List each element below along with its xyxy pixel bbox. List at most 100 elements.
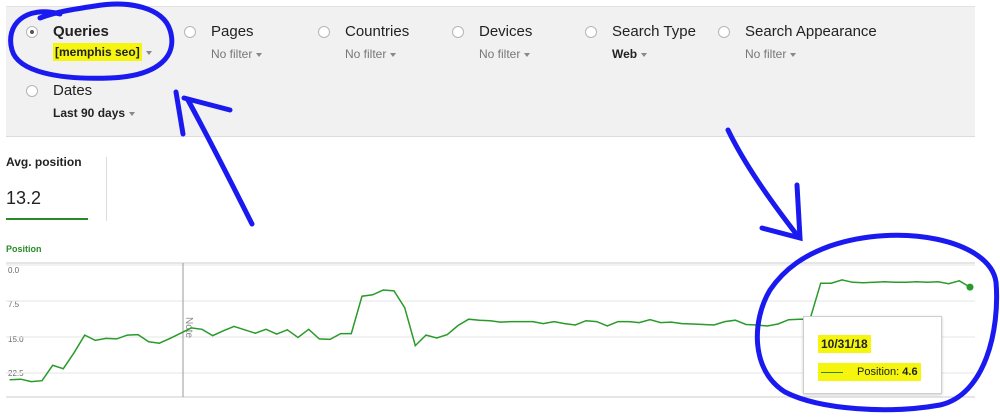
- chevron-down-icon: [641, 52, 648, 57]
- data-point: [105, 337, 107, 339]
- filter-value[interactable]: No filter: [211, 47, 263, 61]
- data-point: [574, 324, 576, 326]
- data-point: [404, 307, 406, 309]
- filter-value[interactable]: No filter: [479, 47, 531, 61]
- data-point: [361, 295, 363, 297]
- data-point: [276, 333, 278, 335]
- chevron-down-icon: [390, 52, 397, 57]
- arrow-head-annotation: [759, 182, 803, 242]
- filter-value-text: Last 90 days: [53, 106, 126, 120]
- data-point: [169, 337, 171, 339]
- tooltip-label: Position:: [857, 366, 900, 378]
- search-appearance-radio[interactable]: [718, 26, 730, 38]
- filter-label: Search Type: [612, 23, 696, 40]
- arrow-down-annotation: [725, 127, 800, 238]
- data-point: [692, 323, 694, 325]
- data-point: [638, 322, 640, 324]
- data-point: [244, 329, 246, 331]
- data-point: [724, 321, 726, 323]
- data-point: [830, 282, 832, 284]
- series-label: Position: [6, 244, 42, 254]
- filter-value[interactable]: Web: [612, 47, 648, 61]
- data-point: [777, 323, 779, 325]
- data-point: [798, 318, 800, 320]
- search-type-radio[interactable]: [585, 26, 597, 38]
- chart-tooltip: 10/31/18 Position: 4.6: [803, 316, 942, 394]
- filter-label: Search Appearance: [745, 23, 877, 40]
- data-point: [425, 334, 427, 336]
- data-point: [180, 332, 182, 334]
- data-point: [137, 334, 139, 336]
- data-point: [681, 323, 683, 325]
- data-point: [372, 294, 374, 296]
- data-point: [446, 334, 448, 336]
- chevron-down-icon: [256, 52, 263, 57]
- data-point: [670, 321, 672, 323]
- data-point: [52, 364, 54, 366]
- data-point: [297, 336, 299, 339]
- active-data-point: [966, 283, 974, 291]
- data-point: [510, 321, 512, 323]
- filter-value[interactable]: [memphis seo]: [53, 43, 152, 61]
- data-point: [212, 335, 214, 337]
- data-point: [414, 345, 416, 347]
- data-point: [553, 321, 555, 323]
- data-point: [41, 380, 43, 382]
- filter-label: Dates: [53, 82, 93, 99]
- data-point: [233, 325, 235, 327]
- data-point: [564, 323, 566, 325]
- data-point: [190, 327, 192, 329]
- data-point: [841, 279, 843, 281]
- devices-radio[interactable]: [452, 26, 464, 38]
- data-point: [905, 281, 907, 283]
- queries-radio[interactable]: [26, 26, 38, 38]
- data-point: [713, 324, 715, 326]
- data-point: [84, 334, 86, 336]
- filter-value[interactable]: No filter: [745, 47, 797, 61]
- data-point: [318, 338, 320, 340]
- data-point: [628, 321, 630, 323]
- chevron-down-icon: [524, 52, 531, 57]
- filter-value[interactable]: Last 90 days: [53, 106, 136, 120]
- pages-radio[interactable]: [184, 26, 196, 38]
- tooltip-row: Position: 4.6: [818, 363, 921, 381]
- dates-radio[interactable]: [26, 85, 38, 97]
- data-point: [926, 281, 928, 283]
- data-point: [148, 341, 150, 343]
- data-point: [606, 325, 608, 327]
- data-point: [542, 323, 544, 325]
- data-point: [436, 337, 438, 339]
- data-point: [30, 381, 32, 383]
- countries-radio[interactable]: [318, 26, 330, 38]
- metric-label: Avg. position: [6, 155, 82, 169]
- filter-label: Devices: [479, 23, 533, 40]
- data-point: [73, 352, 75, 354]
- data-point: [745, 323, 747, 326]
- metric-divider: [106, 157, 107, 221]
- data-point: [702, 323, 704, 326]
- data-point: [340, 333, 342, 335]
- chevron-down-icon: [145, 50, 152, 55]
- metric-value: 13.2: [6, 188, 42, 208]
- data-point: [660, 322, 662, 324]
- data-point: [862, 282, 864, 284]
- data-point: [756, 324, 758, 326]
- data-point: [9, 379, 11, 381]
- series-line-icon: [821, 371, 843, 373]
- filter-value-text: No filter: [479, 47, 521, 61]
- data-point: [222, 330, 224, 332]
- data-point: [884, 281, 886, 283]
- filter-label: Queries: [53, 23, 109, 40]
- data-point: [265, 328, 267, 330]
- filter-label: Countries: [345, 23, 410, 40]
- data-point: [532, 321, 534, 323]
- data-point: [766, 325, 768, 327]
- filter-value[interactable]: No filter: [345, 47, 397, 61]
- data-point: [585, 320, 587, 322]
- data-point: [286, 329, 288, 331]
- data-point: [958, 280, 960, 282]
- filter-label: Pages: [211, 23, 254, 40]
- metric-avg-position[interactable]: Avg. position 13.2: [6, 155, 82, 208]
- data-point: [617, 321, 619, 323]
- data-point: [948, 283, 950, 285]
